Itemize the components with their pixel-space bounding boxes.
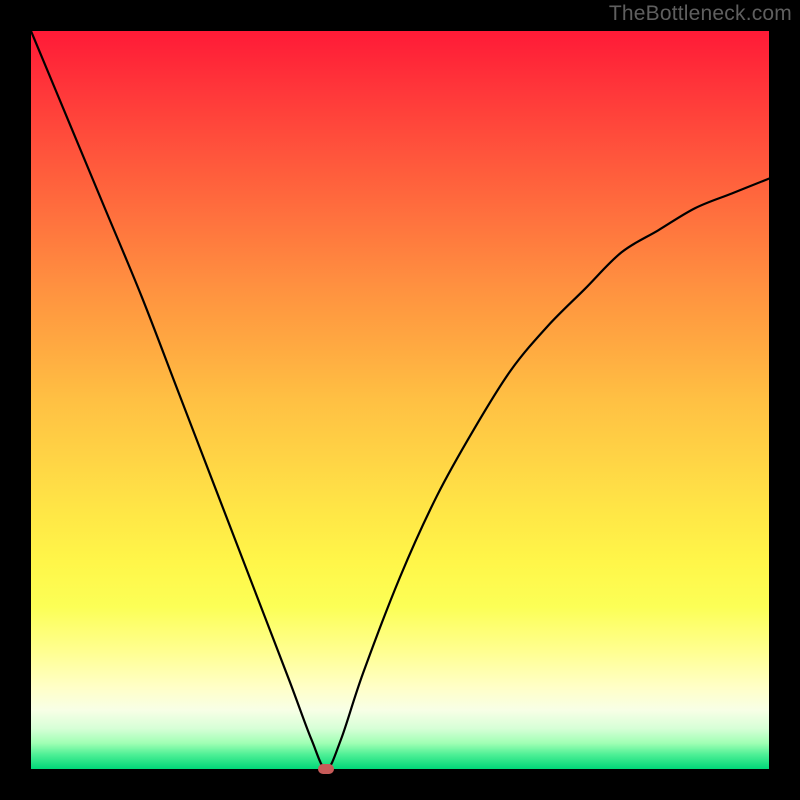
- branding-text: TheBottleneck.com: [609, 2, 792, 26]
- chart-plot-area: [31, 31, 769, 769]
- bottleneck-curve: [31, 31, 769, 769]
- minimum-marker: [318, 764, 334, 774]
